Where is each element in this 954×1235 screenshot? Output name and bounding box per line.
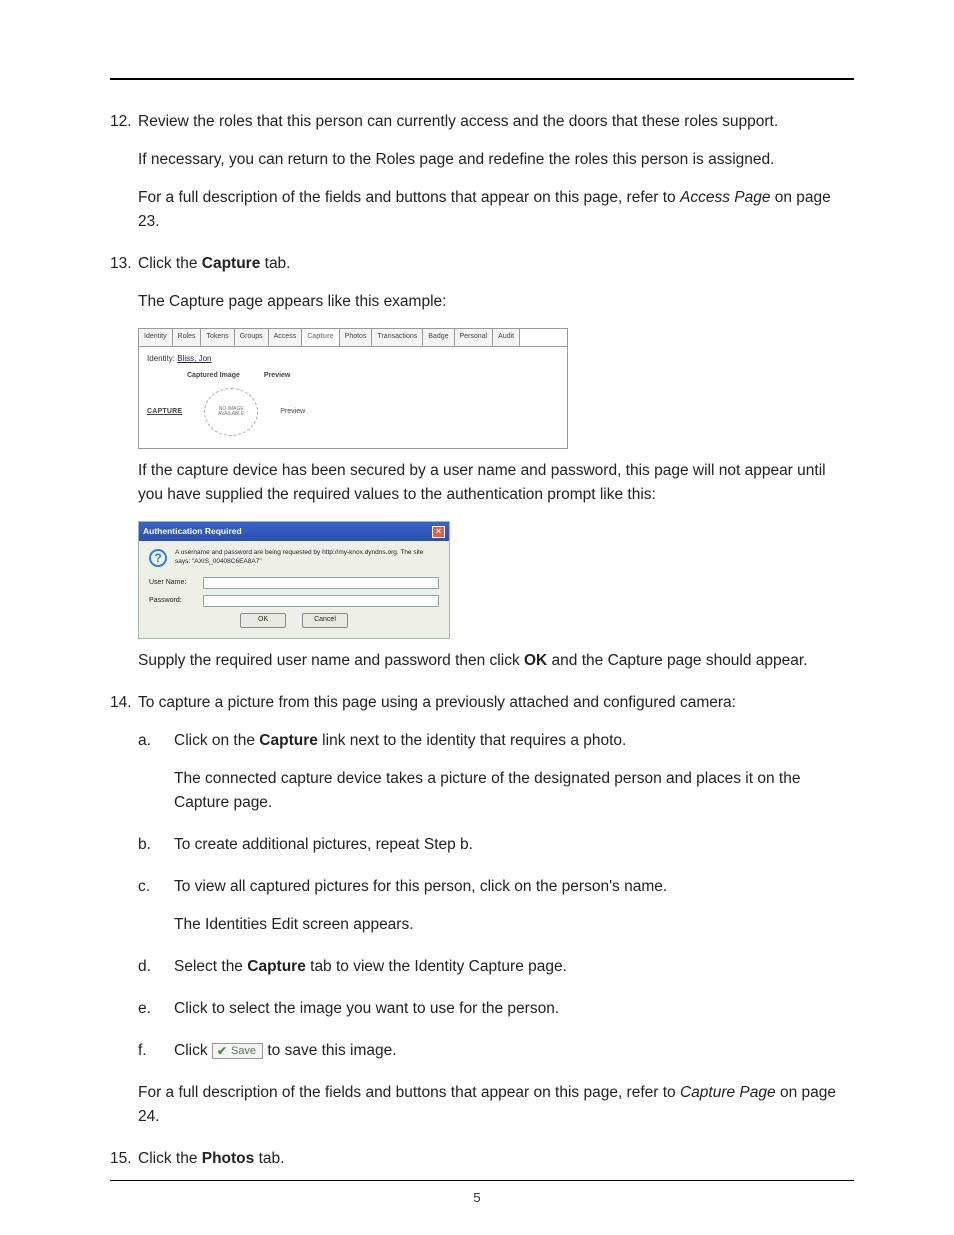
tab-name: Photos <box>202 1150 255 1167</box>
ok-button[interactable]: OK <box>240 613 286 628</box>
sublist-item-a: a. Click on the Capture link next to the… <box>138 729 854 815</box>
tab-roles[interactable]: Roles <box>173 329 202 346</box>
list-item-14: 14. To capture a picture from this page … <box>110 691 854 1129</box>
cancel-button[interactable]: Cancel <box>302 613 348 628</box>
tab-audit[interactable]: Audit <box>493 329 520 346</box>
username-input[interactable] <box>203 577 439 589</box>
close-icon[interactable]: × <box>432 526 445 538</box>
figure-capture-page: Identity Roles Tokens Groups Access Capt… <box>138 328 568 449</box>
tab-groups[interactable]: Groups <box>235 329 269 346</box>
text: Click the <box>138 255 202 272</box>
ordered-list: 12. Review the roles that this person ca… <box>110 110 854 1171</box>
text: tab. <box>260 255 290 272</box>
paragraph: If necessary, you can return to the Role… <box>138 148 854 172</box>
dialog-message: A username and password are being reques… <box>175 549 439 567</box>
list-item-13: 13. Click the Capture tab. The Capture p… <box>110 252 854 673</box>
question-icon: ? <box>149 549 167 567</box>
paragraph: For a full description of the fields and… <box>138 186 854 234</box>
paragraph: Click on the Capture link next to the id… <box>174 729 854 753</box>
preview-label: Preview <box>280 407 305 418</box>
text: tab to view the Identity Capture page. <box>306 958 567 975</box>
page-content: 12. Review the roles that this person ca… <box>110 78 854 1171</box>
item-number: 13. <box>110 252 132 275</box>
item-number: 12. <box>110 110 132 133</box>
item-number: 15. <box>110 1147 132 1170</box>
sublist-item-b: b. To create additional pictures, repeat… <box>138 833 854 857</box>
tab-personal[interactable]: Personal <box>455 329 494 346</box>
paragraph: The Identities Edit screen appears. <box>174 913 854 937</box>
footer-rule <box>110 1180 854 1181</box>
column-preview: Preview <box>264 371 290 382</box>
tabs-row: Identity Roles Tokens Groups Access Capt… <box>138 328 568 347</box>
tab-name: Capture <box>202 255 261 272</box>
paragraph: The Capture page appears like this examp… <box>138 290 854 314</box>
password-label: Password: <box>149 596 197 607</box>
dialog-titlebar: Authentication Required × <box>139 522 449 541</box>
paragraph: The connected capture device takes a pic… <box>174 767 854 815</box>
tab-badge[interactable]: Badge <box>423 329 454 346</box>
sub-letter: f. <box>138 1039 147 1063</box>
username-label: User Name: <box>149 578 197 589</box>
column-captured-image: Captured Image <box>187 371 240 382</box>
text: For a full description of the fields and… <box>138 1084 680 1101</box>
no-image-placeholder: NO IMAGE AVAILABLE <box>204 388 258 436</box>
paragraph: For a full description of the fields and… <box>138 1081 854 1129</box>
sub-letter: b. <box>138 833 151 857</box>
paragraph: If the capture device has been secured b… <box>138 459 854 507</box>
password-input[interactable] <box>203 595 439 607</box>
save-button-label: Save <box>231 1046 256 1057</box>
paragraph: Click the Capture tab. <box>138 252 854 276</box>
text: For a full description of the fields and… <box>138 189 680 206</box>
text: Click on the <box>174 732 259 749</box>
text: Select the <box>174 958 247 975</box>
text: to save this image. <box>263 1042 397 1059</box>
tab-name: Capture <box>247 958 306 975</box>
reference-title: Access Page <box>680 189 770 206</box>
paragraph: Click to select the image you want to us… <box>174 997 854 1021</box>
dialog-title: Authentication Required <box>143 525 242 538</box>
sublist-item-e: e. Click to select the image you want to… <box>138 997 854 1021</box>
save-button[interactable]: ✔ Save <box>212 1043 263 1059</box>
paragraph: Supply the required user name and passwo… <box>138 649 854 673</box>
sub-letter: c. <box>138 875 150 899</box>
text: tab. <box>254 1150 284 1167</box>
paragraph: To create additional pictures, repeat St… <box>174 833 854 857</box>
tab-photos[interactable]: Photos <box>340 329 373 346</box>
sublist-item-d: d. Select the Capture tab to view the Id… <box>138 955 854 979</box>
button-name: OK <box>524 652 547 669</box>
sub-letter: e. <box>138 997 151 1021</box>
tab-access[interactable]: Access <box>269 329 303 346</box>
list-item-12: 12. Review the roles that this person ca… <box>110 110 854 234</box>
identity-name-link[interactable]: Bliss, Jon <box>177 354 211 363</box>
paragraph: To capture a picture from this page usin… <box>138 691 854 715</box>
tab-tokens[interactable]: Tokens <box>201 329 234 346</box>
check-icon: ✔ <box>217 1045 227 1057</box>
reference-title: Capture Page <box>680 1084 776 1101</box>
sub-letter: a. <box>138 729 151 753</box>
link-name: Capture <box>259 732 318 749</box>
tab-capture[interactable]: Capture <box>302 329 339 346</box>
paragraph: Select the Capture tab to view the Ident… <box>174 955 854 979</box>
sub-letter: d. <box>138 955 151 979</box>
paragraph: To view all captured pictures for this p… <box>174 875 854 899</box>
text: link next to the identity that requires … <box>318 732 626 749</box>
list-item-15: 15. Click the Photos tab. <box>110 1147 854 1171</box>
capture-link[interactable]: CAPTURE <box>147 407 182 418</box>
capture-body: Identity: Bliss, Jon Captured Image Prev… <box>138 347 568 449</box>
item-number: 14. <box>110 691 132 714</box>
paragraph: Click the Photos tab. <box>138 1147 854 1171</box>
text: and the Capture page should appear. <box>547 652 807 669</box>
tab-transactions[interactable]: Transactions <box>372 329 423 346</box>
sublist-item-c: c. To view all captured pictures for thi… <box>138 875 854 937</box>
page-number: 5 <box>0 1190 954 1205</box>
text: Supply the required user name and passwo… <box>138 652 524 669</box>
identity-label: Identity: <box>147 354 175 363</box>
paragraph: Click ✔ Save to save this image. <box>174 1039 854 1063</box>
figure-auth-dialog: Authentication Required × ? A username a… <box>138 521 450 639</box>
text: Click <box>174 1042 212 1059</box>
paragraph: Review the roles that this person can cu… <box>138 110 854 134</box>
tab-identity[interactable]: Identity <box>139 329 173 346</box>
text: Click the <box>138 1150 202 1167</box>
sublist-item-f: f. Click ✔ Save to save this image. <box>138 1039 854 1063</box>
